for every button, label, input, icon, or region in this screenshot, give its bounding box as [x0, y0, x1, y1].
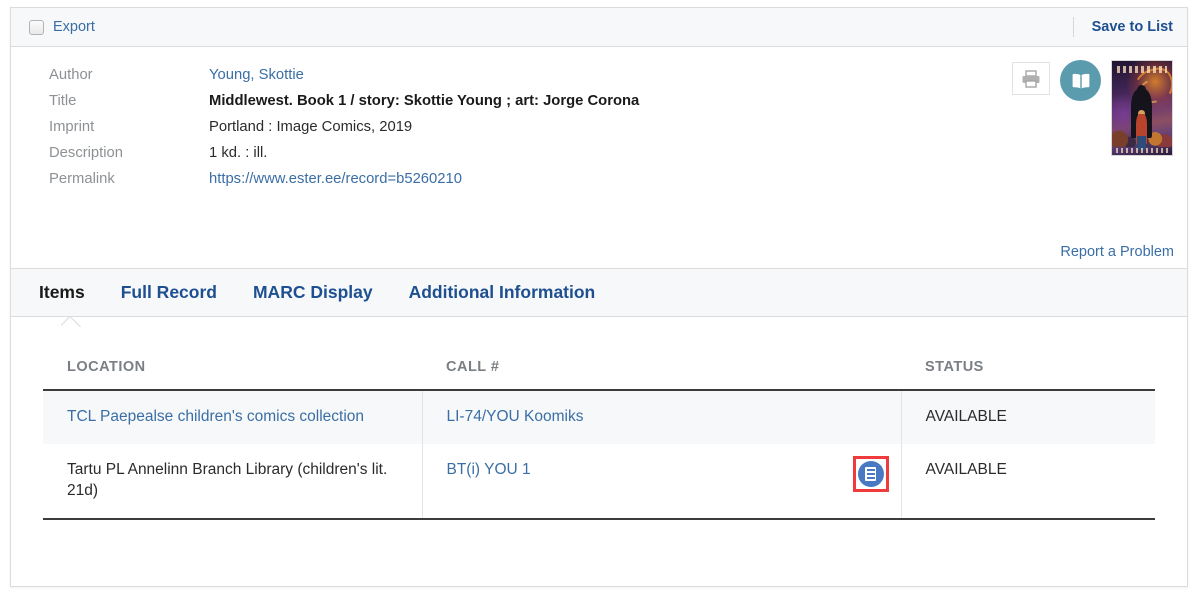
table-row: Tartu PL Annelinn Branch Library (childr… — [43, 443, 1155, 520]
tab-items[interactable]: Items — [39, 282, 85, 303]
column-header-status: STATUS — [901, 359, 1155, 391]
call-number-content: LI-74/YOU Koomiks — [447, 407, 891, 428]
record-action-icons — [1012, 60, 1173, 156]
items-tab-panel: LOCATION CALL # STATUS TCL Paepealse chi… — [11, 317, 1187, 520]
cover-credits-text — [1115, 148, 1169, 154]
toolbar-divider — [1072, 17, 1074, 37]
record-toolbar: Export Save to List — [11, 8, 1187, 47]
shelf-browse-glyph — [865, 466, 876, 481]
save-to-list-button[interactable]: Save to List — [1092, 19, 1173, 35]
record-card: Export Save to List Author Young, Skotti… — [10, 7, 1188, 587]
cell-status: AVAILABLE — [901, 390, 1155, 444]
bib-label-permalink: Permalink — [49, 171, 115, 187]
bib-value-author[interactable]: Young, Skottie — [209, 65, 639, 91]
highlight-box — [852, 455, 889, 492]
toolbar-left-group: Export — [29, 19, 95, 35]
bib-row-title: Title Middlewest. Book 1 / story: Skotti… — [49, 91, 639, 117]
page-root: Export Save to List Author Young, Skotti… — [0, 0, 1200, 601]
items-header-row: LOCATION CALL # STATUS — [43, 359, 1155, 391]
bib-row-description: Description 1 kd. : ill. — [49, 143, 639, 169]
items-table: LOCATION CALL # STATUS TCL Paepealse chi… — [43, 359, 1155, 520]
cell-location: Tartu PL Annelinn Branch Library (childr… — [43, 443, 423, 520]
bib-value-title: Middlewest. Book 1 / story: Skottie Youn… — [209, 93, 640, 109]
cell-location: TCL Paepealse children's comics collecti… — [43, 390, 423, 444]
open-book-icon — [1072, 73, 1089, 89]
export-checkbox[interactable] — [29, 19, 44, 35]
bib-field-table: Author Young, Skottie Title Middlewest. … — [49, 65, 639, 195]
active-tab-caret — [61, 316, 81, 327]
call-number-content: BT(i) YOU 1 — [447, 455, 891, 492]
bib-row-imprint: Imprint Portland : Image Comics, 2019 — [49, 117, 639, 143]
bib-row-permalink: Permalink https://www.ester.ee/record=b5… — [49, 169, 639, 195]
bibliographic-area: Author Young, Skottie Title Middlewest. … — [11, 47, 1187, 269]
report-a-problem-link[interactable]: Report a Problem — [1060, 244, 1174, 260]
book-cover-image[interactable] — [1111, 60, 1173, 156]
column-header-call-number: CALL # — [422, 359, 901, 391]
column-header-location: LOCATION — [43, 359, 422, 391]
preview-book-button[interactable] — [1060, 60, 1101, 101]
cell-call-number: BT(i) YOU 1 — [422, 443, 902, 520]
cell-status: AVAILABLE — [901, 443, 1155, 520]
bib-row-author: Author Young, Skottie — [49, 65, 639, 91]
tab-marc-display[interactable]: MARC Display — [253, 282, 373, 303]
bib-value-description: 1 kd. : ill. — [209, 145, 268, 161]
toolbar-right-group: Save to List — [1072, 8, 1173, 46]
print-button[interactable] — [1012, 62, 1050, 95]
tab-additional-information[interactable]: Additional Information — [409, 282, 596, 303]
export-label[interactable]: Export — [53, 19, 95, 35]
call-number-link[interactable]: BT(i) YOU 1 — [447, 460, 531, 481]
cell-call-number: LI-74/YOU Koomiks — [422, 390, 902, 444]
bib-value-permalink[interactable]: https://www.ester.ee/record=b5260210 — [209, 169, 639, 195]
cover-title-text — [1116, 65, 1168, 74]
call-number-link[interactable]: LI-74/YOU Koomiks — [447, 407, 584, 428]
table-row: TCL Paepealse children's comics collecti… — [43, 390, 1155, 444]
location-link[interactable]: TCL Paepealse children's comics collecti… — [67, 408, 364, 425]
tab-full-record[interactable]: Full Record — [121, 282, 217, 303]
bib-value-imprint: Portland : Image Comics, 2019 — [209, 119, 413, 135]
shelf-browse-wrapper — [852, 455, 889, 492]
items-table-head: LOCATION CALL # STATUS — [43, 359, 1155, 391]
items-table-body: TCL Paepealse children's comics collecti… — [43, 390, 1155, 520]
bib-label-author: Author — [49, 67, 93, 83]
bib-label-imprint: Imprint — [49, 119, 95, 135]
record-tabbar: Items Full Record MARC Display Additiona… — [11, 269, 1187, 317]
printer-icon — [1022, 69, 1040, 88]
bib-label-description: Description — [49, 145, 124, 161]
bib-label-title: Title — [49, 93, 77, 109]
shelf-browse-icon[interactable] — [857, 460, 884, 487]
